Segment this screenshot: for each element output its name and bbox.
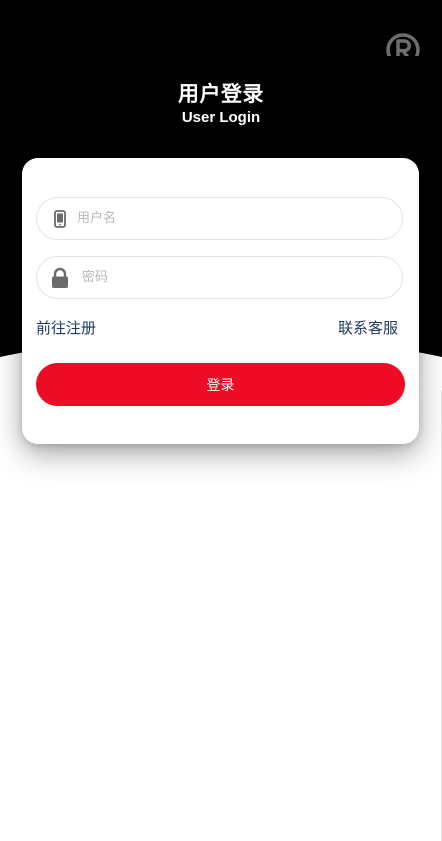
page-title: 用户登录 <box>178 82 264 106</box>
username-field[interactable] <box>36 197 403 240</box>
username-input[interactable] <box>77 198 377 239</box>
form-links: 前往注册 联系客服 <box>36 318 398 338</box>
password-field[interactable] <box>36 256 403 299</box>
lock-icon <box>50 266 70 290</box>
contact-support-link[interactable]: 联系客服 <box>338 318 398 338</box>
registered-r-logo-icon <box>385 32 421 56</box>
password-input[interactable] <box>82 257 382 298</box>
register-link[interactable]: 前往注册 <box>36 318 96 338</box>
login-button[interactable]: 登录 <box>36 363 405 406</box>
login-card: 前往注册 联系客服 登录 <box>22 158 419 444</box>
mobile-phone-icon <box>50 207 70 231</box>
page-header: 用户登录 User Login <box>0 80 442 127</box>
page-subtitle: User Login <box>181 109 261 126</box>
